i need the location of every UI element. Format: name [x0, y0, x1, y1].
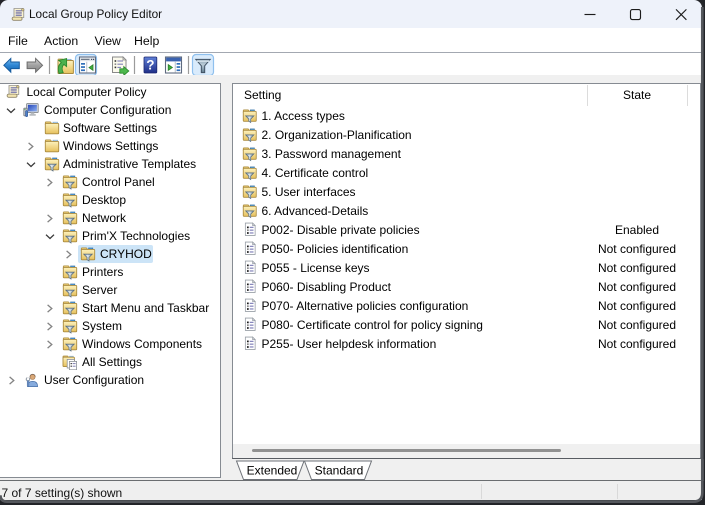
svg-text:Standard: Standard — [315, 464, 364, 478]
svg-text:?: ? — [146, 58, 154, 73]
svg-text:Extended: Extended — [247, 464, 298, 478]
